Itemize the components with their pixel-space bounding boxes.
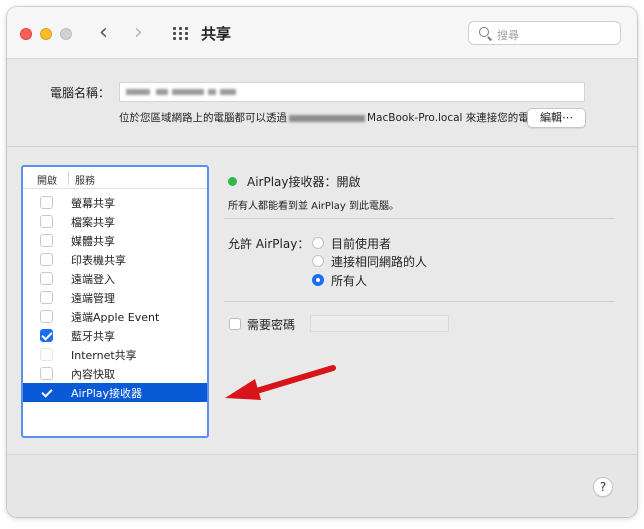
- service-list-item[interactable]: 遠端登入: [23, 269, 207, 288]
- service-enable-checkbox[interactable]: [40, 272, 53, 285]
- service-enable-checkbox[interactable]: [40, 215, 53, 228]
- service-list-item[interactable]: 螢幕共享: [23, 193, 207, 212]
- service-status: AirPlay接收器：開啟: [247, 175, 361, 189]
- service-label: 遠端Apple Event: [71, 311, 160, 324]
- service-enable-checkbox[interactable]: [40, 234, 53, 247]
- service-label: 藍牙共享: [71, 330, 115, 343]
- redacted-name-part: [220, 89, 236, 95]
- service-list-item[interactable]: 藍牙共享: [23, 326, 207, 345]
- password-input[interactable]: [310, 315, 449, 332]
- local-address-text: 位於您區域網路上的電腦都可以透過 MacBook-Pro.local 來連接您的電…: [119, 110, 539, 125]
- service-list-item[interactable]: 檔案共享: [23, 212, 207, 231]
- service-enable-checkbox[interactable]: [40, 348, 53, 361]
- forward-chevron-icon[interactable]: ›: [134, 20, 143, 46]
- zoom-button[interactable]: [60, 28, 72, 40]
- allow-airplay-radio[interactable]: [312, 255, 324, 267]
- service-enable-checkbox[interactable]: [40, 386, 53, 399]
- window-title: 共享: [201, 25, 232, 43]
- sharing-window: ‹ › 共享 搜尋 電腦名稱： 位於您區域網路上的電腦都可以透過 MacBook-…: [7, 7, 637, 517]
- show-all-grid-icon[interactable]: [173, 27, 188, 40]
- allow-airplay-option-label: 目前使用者: [331, 237, 392, 251]
- on-column-header[interactable]: 開啟: [37, 172, 57, 187]
- service-list-item[interactable]: Internet共享: [23, 345, 207, 364]
- redacted-name-part: [208, 89, 216, 95]
- status-indicator-dot: [228, 177, 237, 186]
- service-enable-checkbox[interactable]: [40, 291, 53, 304]
- allow-airplay-radio[interactable]: [312, 237, 324, 249]
- service-label: 媒體共享: [71, 235, 115, 248]
- service-enable-checkbox[interactable]: [40, 310, 53, 323]
- search-placeholder: 搜尋: [497, 29, 519, 42]
- allow-airplay-option-label: 連接相同網路的人: [331, 255, 428, 269]
- service-list-item[interactable]: AirPlay接收器: [23, 383, 207, 402]
- require-password-checkbox[interactable]: [229, 318, 241, 330]
- service-status-description: 所有人都能看到並 AirPlay 到此電腦。: [228, 201, 399, 212]
- annotation-arrow-icon: [225, 365, 336, 400]
- allow-airplay-radio[interactable]: [312, 274, 324, 286]
- redacted-hostname: [289, 114, 365, 122]
- edit-button[interactable]: 編輯⋯: [527, 108, 586, 128]
- header-separator: [68, 171, 69, 185]
- service-enable-checkbox[interactable]: [40, 329, 53, 342]
- redacted-name-part: [156, 89, 168, 95]
- search-field[interactable]: 搜尋: [468, 21, 621, 45]
- service-enable-checkbox[interactable]: [40, 253, 53, 266]
- service-enable-checkbox[interactable]: [40, 196, 53, 209]
- service-label: 印表機共享: [71, 254, 126, 267]
- title-bar: ‹ › 共享 搜尋: [7, 7, 637, 59]
- service-label: 遠端登入: [71, 273, 115, 286]
- service-label: Internet共享: [71, 349, 137, 362]
- help-button[interactable]: ?: [593, 477, 613, 497]
- address-prefix: 位於您區域網路上的電腦都可以透過: [119, 112, 287, 124]
- service-label: 螢幕共享: [71, 197, 115, 210]
- computer-name-label: 電腦名稱：: [50, 86, 111, 100]
- service-list-item[interactable]: 內容快取: [23, 364, 207, 383]
- require-password-label: 需要密碼: [247, 318, 296, 332]
- service-label: 遠端管理: [71, 292, 115, 305]
- service-list[interactable]: 開啟 服務 螢幕共享檔案共享媒體共享印表機共享遠端登入遠端管理遠端Apple E…: [21, 165, 209, 438]
- redacted-name-part: [172, 89, 204, 95]
- address-suffix: MacBook-Pro.local 來連接您的電腦: [367, 112, 540, 124]
- computer-name-field[interactable]: [119, 82, 585, 102]
- service-list-item[interactable]: 媒體共享: [23, 231, 207, 250]
- detail-divider: [224, 301, 615, 302]
- service-enable-checkbox[interactable]: [40, 367, 53, 380]
- allow-airplay-option-label: 所有人: [331, 274, 368, 288]
- back-chevron-icon[interactable]: ‹: [99, 20, 108, 46]
- service-list-item[interactable]: 遠端管理: [23, 288, 207, 307]
- bottom-bar: [7, 454, 637, 517]
- service-label: 檔案共享: [71, 216, 115, 229]
- section-divider: [7, 146, 637, 147]
- service-list-item[interactable]: 遠端Apple Event: [23, 307, 207, 326]
- redacted-name-part: [126, 89, 150, 95]
- detail-divider: [224, 218, 615, 219]
- service-column-header[interactable]: 服務: [75, 172, 95, 187]
- service-label: AirPlay接收器: [71, 387, 143, 400]
- service-list-item[interactable]: 印表機共享: [23, 250, 207, 269]
- service-rows: 螢幕共享檔案共享媒體共享印表機共享遠端登入遠端管理遠端Apple Event 藍牙…: [23, 193, 207, 402]
- search-icon: [479, 27, 489, 37]
- close-button[interactable]: [20, 28, 32, 40]
- service-list-header: 開啟 服務: [23, 167, 207, 189]
- minimize-button[interactable]: [40, 28, 52, 40]
- allow-airplay-label: 允許 AirPlay：: [228, 237, 310, 251]
- service-label: 內容快取: [71, 368, 115, 381]
